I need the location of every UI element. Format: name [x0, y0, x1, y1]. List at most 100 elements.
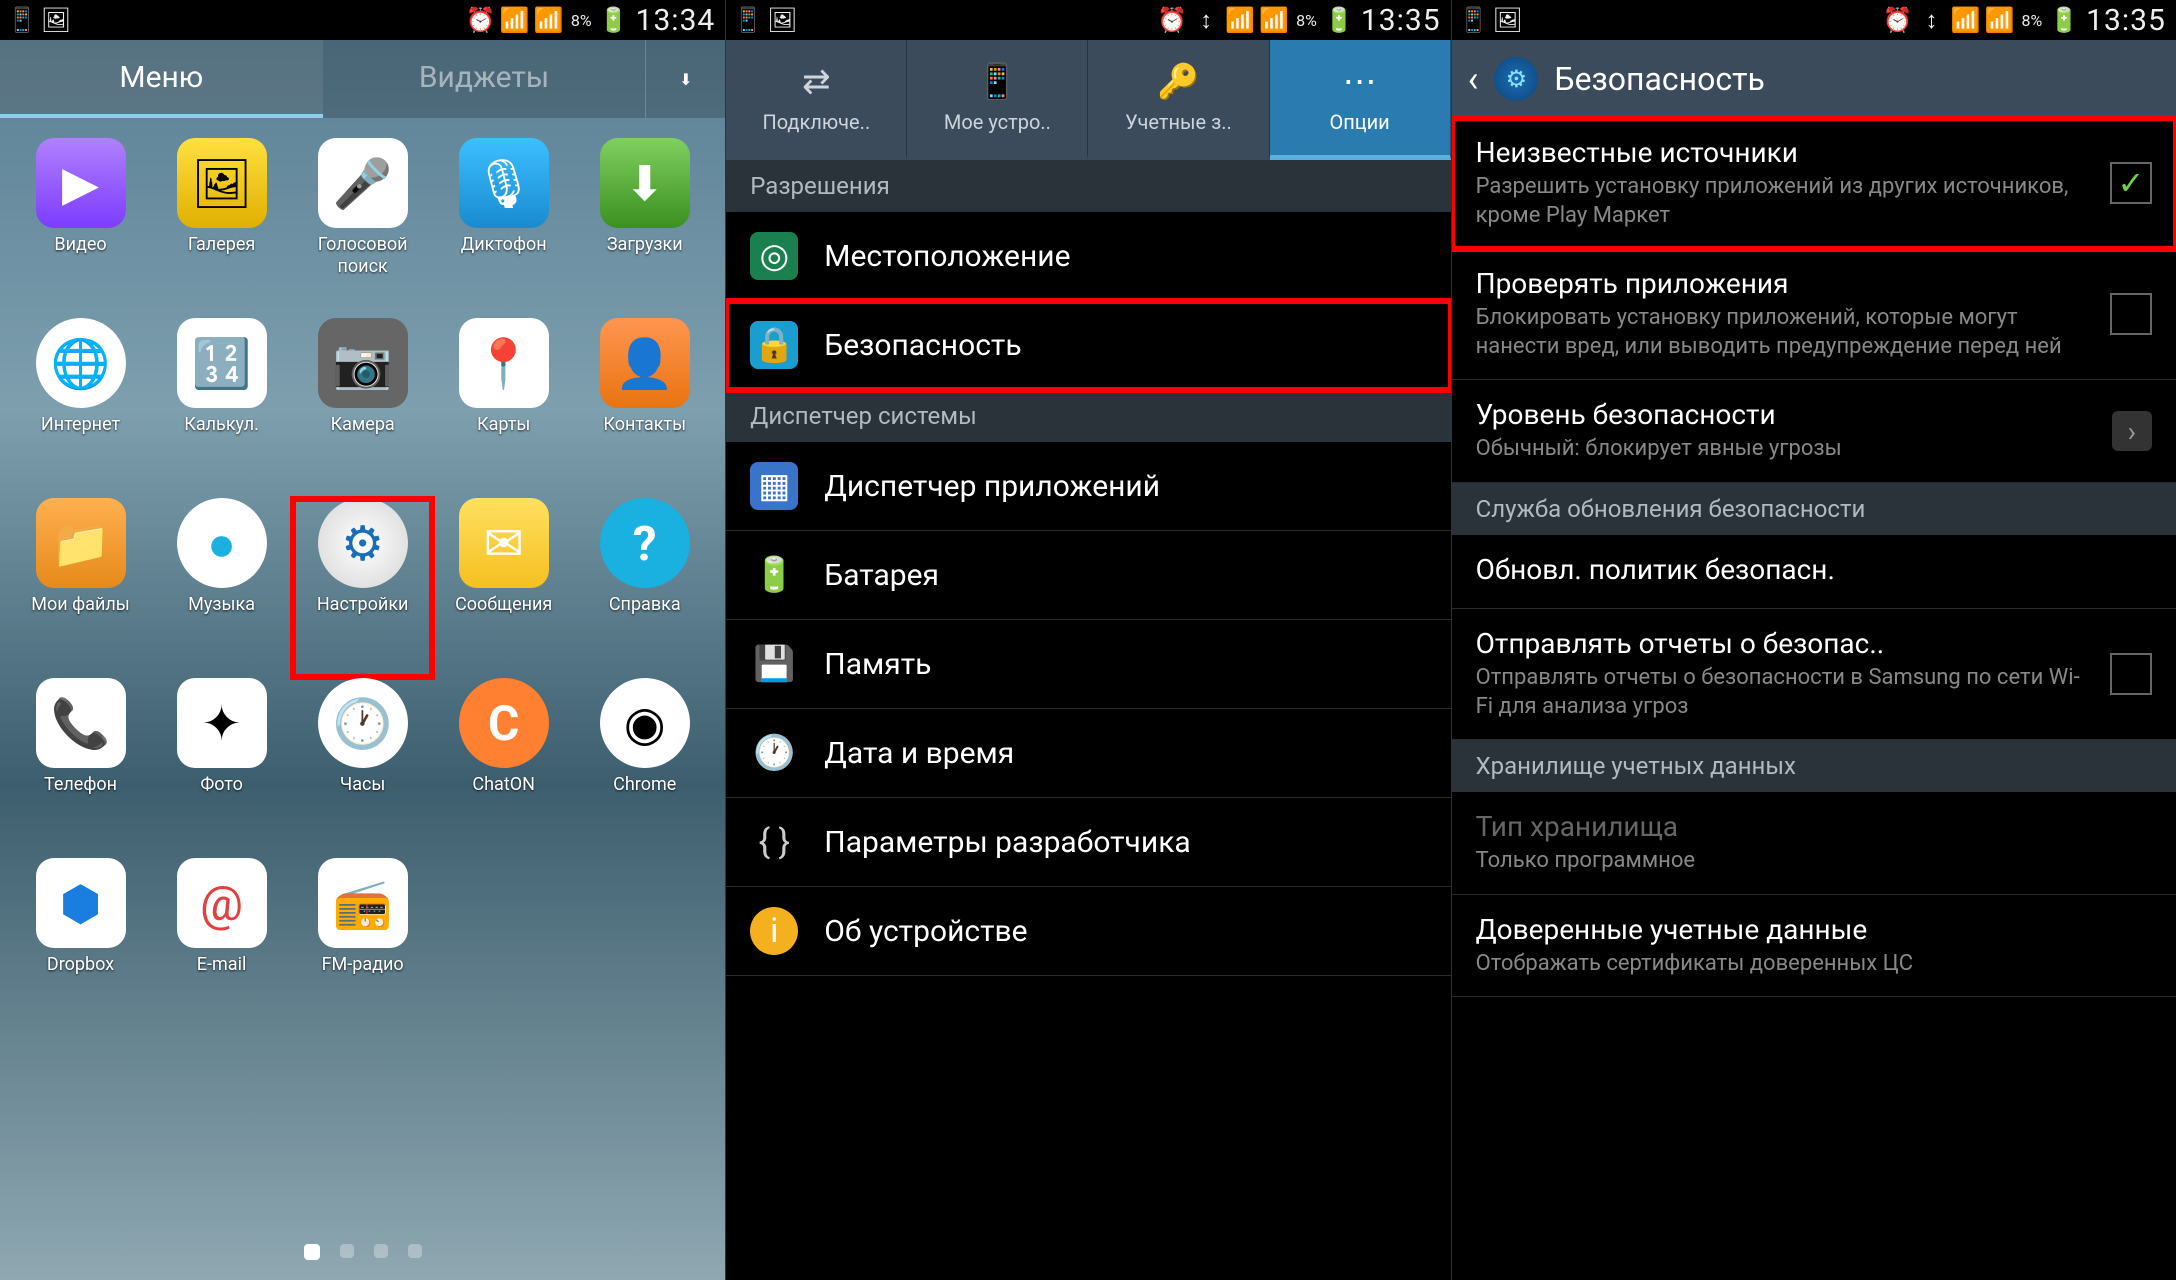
- app-icon: 🌐: [36, 318, 126, 408]
- settings-item-appmgr[interactable]: ▦ Диспетчер приложений: [726, 442, 1450, 531]
- settings-item-label: Память: [824, 647, 931, 682]
- app-icon: ⬇: [600, 138, 690, 228]
- pref-trusted-creds[interactable]: Доверенные учетные данные Отображать сер…: [1452, 895, 2176, 998]
- app-label: Диктофон: [461, 234, 547, 256]
- checkbox-unchecked[interactable]: [2110, 293, 2152, 335]
- app-icon: ✉: [459, 498, 549, 588]
- app-label: FM-радио: [322, 954, 404, 976]
- phone-screen-appdrawer: 📱 🖼 ⏰ 📶 📶 8% 🔋 13:34 Меню Виджеты ⬇ ▶Вид…: [0, 0, 725, 1280]
- checkbox-unchecked[interactable]: [2110, 653, 2152, 695]
- settings-item-battery[interactable]: 🔋 Батарея: [726, 531, 1450, 620]
- settings-tab-Опции[interactable]: ⋯Опции: [1270, 40, 1451, 160]
- settings-root: ⇄Подключе..📱Мое устро..🔑Учетные з..⋯Опци…: [726, 40, 1450, 1280]
- alarm-icon: ⏰: [1885, 8, 1909, 32]
- pref-title: Проверять приложения: [1476, 267, 2094, 300]
- pref-title: Неизвестные источники: [1476, 136, 2094, 169]
- app-телефон[interactable]: 📞Телефон: [10, 678, 151, 858]
- pref-update-policy[interactable]: Обновл. политик безопасн.: [1452, 535, 2176, 609]
- app-музыка[interactable]: ●Музыка: [151, 498, 292, 678]
- page-dot[interactable]: [374, 1244, 388, 1258]
- page-dot[interactable]: [408, 1244, 422, 1258]
- pref-verify-apps[interactable]: Проверять приложения Блокировать установ…: [1452, 249, 2176, 380]
- battery-percent: 8%: [571, 11, 592, 30]
- app-label: Карты: [477, 414, 530, 436]
- settings-item-label: Параметры разработчика: [824, 825, 1190, 860]
- settings-item-devopts[interactable]: { } Параметры разработчика: [726, 798, 1450, 887]
- app-мои файлы[interactable]: 📁Мои файлы: [10, 498, 151, 678]
- app-галерея[interactable]: 🖼Галерея: [151, 138, 292, 318]
- back-button[interactable]: ‹: [1468, 58, 1479, 100]
- battery-icon: 🔋: [2052, 8, 2076, 32]
- tab-label: Подключе..: [762, 110, 870, 134]
- section-system: Диспетчер системы: [726, 390, 1450, 442]
- app-загрузки[interactable]: ⬇ Загрузки: [574, 138, 715, 318]
- wifi-icon: 📶: [503, 8, 527, 32]
- app-настройки[interactable]: ⚙Настройки: [292, 498, 433, 678]
- pref-title: Тип хранилища: [1476, 810, 2152, 843]
- section-permissions: Разрешения: [726, 160, 1450, 212]
- settings-item-datetime[interactable]: 🕐 Дата и время: [726, 709, 1450, 798]
- app-chaton[interactable]: CChatON: [433, 678, 574, 858]
- app-label: Интернет: [41, 414, 120, 436]
- app-label: Музыка: [188, 594, 255, 616]
- app-диктофон[interactable]: 🎙Диктофон: [433, 138, 574, 318]
- status-bar: 📱 🖼 ⏰ 📶 📶 8% 🔋 13:34: [0, 0, 725, 40]
- settings-item-about[interactable]: i Об устройстве: [726, 887, 1450, 976]
- app-интернет[interactable]: 🌐 Интернет: [10, 318, 151, 498]
- pref-security-reports[interactable]: Отправлять отчеты о безопас.. Отправлять…: [1452, 609, 2176, 740]
- pref-unknown-sources[interactable]: Неизвестные источники Разрешить установк…: [1452, 118, 2176, 249]
- settings-item-location[interactable]: ◎ Местоположение: [726, 212, 1450, 301]
- notification-icon: 📱: [736, 8, 760, 32]
- pref-subtitle: Разрешить установку приложений из других…: [1476, 173, 2094, 230]
- app-часы[interactable]: 🕐Часы: [292, 678, 433, 858]
- page-header: ‹ ⚙ Безопасность: [1452, 40, 2176, 118]
- page-dot[interactable]: [304, 1244, 320, 1260]
- tab-icon: ⋯: [1343, 62, 1377, 102]
- app-label: Dropbox: [47, 954, 114, 976]
- screenshot-icon: 🖼: [44, 8, 68, 32]
- clock-time: 13:34: [636, 3, 716, 38]
- settings-item-label: Диспетчер приложений: [824, 469, 1160, 504]
- app-контакты[interactable]: 👤Контакты: [574, 318, 715, 498]
- download-button[interactable]: ⬇: [645, 40, 725, 118]
- pref-storage-type: Тип хранилища Только программное: [1452, 792, 2176, 895]
- notification-icon: 📱: [10, 8, 34, 32]
- app-dropbox[interactable]: ⬢Dropbox: [10, 858, 151, 1038]
- settings-tab-Учетные з..[interactable]: 🔑Учетные з..: [1088, 40, 1269, 160]
- settings-gear-icon: ⚙: [1494, 57, 1538, 101]
- app-chrome[interactable]: ◉Chrome: [574, 678, 715, 858]
- app-камера[interactable]: 📷Камера: [292, 318, 433, 498]
- tab-menu[interactable]: Меню: [0, 40, 323, 118]
- app-label: Настройки: [317, 594, 409, 616]
- app-icon: 🎤: [318, 138, 408, 228]
- app-фото[interactable]: ✦Фото: [151, 678, 292, 858]
- chevron-right-icon: ›: [2112, 411, 2152, 451]
- settings-item-label: Местоположение: [824, 239, 1070, 274]
- app-голосовой поиск[interactable]: 🎤Голосовой поиск: [292, 138, 433, 318]
- page-dot[interactable]: [340, 1244, 354, 1258]
- app-e-mail[interactable]: @E-mail: [151, 858, 292, 1038]
- app-карты[interactable]: 📍Карты: [433, 318, 574, 498]
- pref-security-level[interactable]: Уровень безопасности Обычный: блокирует …: [1452, 380, 2176, 483]
- tab-widgets[interactable]: Виджеты: [323, 40, 646, 118]
- settings-tab-Мое устро..[interactable]: 📱Мое устро..: [907, 40, 1088, 160]
- settings-tab-Подключе..[interactable]: ⇄Подключе..: [726, 40, 907, 160]
- settings-item-security[interactable]: 🔒 Безопасность: [726, 301, 1450, 390]
- settings-item-storage[interactable]: 💾 Память: [726, 620, 1450, 709]
- app-icon: 📁: [36, 498, 126, 588]
- app-справка[interactable]: ?Справка: [574, 498, 715, 678]
- tab-label: Мое устро..: [944, 110, 1051, 134]
- pref-title: Обновл. политик безопасн.: [1476, 553, 2152, 586]
- info-icon: i: [750, 907, 798, 955]
- app-label: Галерея: [188, 234, 255, 256]
- app-видео[interactable]: ▶Видео: [10, 138, 151, 318]
- notification-icon: 📱: [1462, 8, 1486, 32]
- signal-icon: 📶: [1987, 8, 2011, 32]
- checkbox-checked[interactable]: ✓: [2110, 162, 2152, 204]
- sdcard-icon: 💾: [750, 640, 798, 688]
- app-сообщения[interactable]: ✉Сообщения: [433, 498, 574, 678]
- app-label: Загрузки: [607, 234, 683, 256]
- app-fm-радио[interactable]: 📻FM-радио: [292, 858, 433, 1038]
- app-icon: 📞: [36, 678, 126, 768]
- app-калькул.[interactable]: 🔢Калькул.: [151, 318, 292, 498]
